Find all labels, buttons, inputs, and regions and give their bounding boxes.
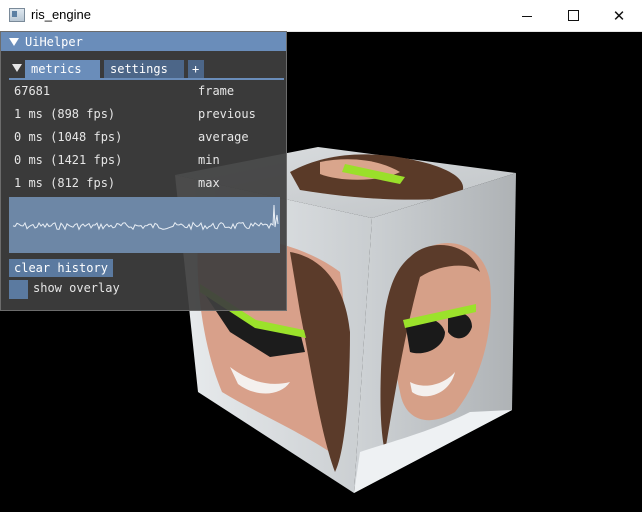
metric-row-min: 0 ms (1421 fps) min [14,152,274,168]
metric-label: min [198,153,220,167]
clear-history-button[interactable]: clear history [9,259,113,277]
minimize-button[interactable] [504,0,550,31]
panel-title-bar[interactable]: UiHelper [1,32,286,51]
metric-value: 0 ms (1421 fps) [14,153,123,167]
metric-label: frame [198,84,235,98]
metric-label: max [198,176,220,190]
ui-helper-panel[interactable]: UiHelper metrics settings + 67681 frame … [0,31,287,311]
tab-bar: metrics settings + [9,59,284,80]
metric-value: 67681 [14,84,51,98]
close-icon: ✕ [612,6,626,25]
metric-label: previous [198,107,256,121]
metric-row-max: 1 ms (812 fps) max [14,175,274,191]
show-overlay-checkbox[interactable] [9,280,28,299]
maximize-button[interactable] [550,0,596,31]
tab-list-triangle-icon[interactable] [12,64,22,72]
app-icon [9,8,25,22]
close-button[interactable]: ✕ [596,0,642,31]
tab-metrics[interactable]: metrics [25,60,100,78]
minimize-icon [522,16,532,17]
metric-value: 1 ms (812 fps) [14,176,116,190]
maximize-icon [567,10,579,21]
title-bar: ris_engine ✕ [0,0,642,32]
tab-settings[interactable]: settings [104,60,184,78]
metric-row-average: 0 ms (1048 fps) average [14,129,274,145]
metric-value: 1 ms (898 fps) [14,107,116,121]
tab-add-button[interactable]: + [188,60,204,78]
frame-time-plot[interactable] [9,197,280,253]
show-overlay-label: show overlay [33,281,120,295]
panel-title: UiHelper [25,34,83,49]
metric-value: 0 ms (1048 fps) [14,130,123,144]
frame-time-graph [12,204,279,231]
collapse-triangle-icon[interactable] [9,37,19,46]
metric-label: average [198,130,249,144]
frame-time-line [12,204,279,231]
metric-row-previous: 1 ms (898 fps) previous [14,106,274,122]
window-title: ris_engine [31,7,91,22]
metric-row-frame: 67681 frame [14,83,274,99]
